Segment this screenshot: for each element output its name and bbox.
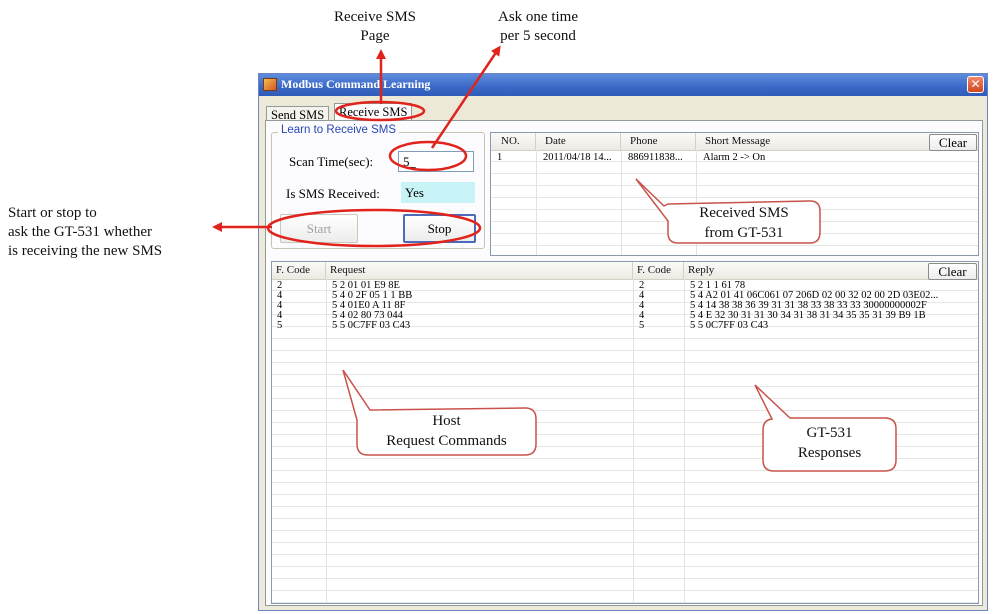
annotation-line: GT-531: [806, 425, 853, 441]
annotation-line: Host: [432, 413, 461, 429]
annotation-line: from GT-531: [704, 225, 784, 241]
annotation-line: Request Commands: [386, 433, 507, 449]
callout-received-sms-text: Received SMS from GT-531: [668, 203, 820, 243]
annotation-line: Responses: [797, 445, 862, 461]
highlight-buttons-ellipse: [266, 208, 482, 248]
arrow-ask-interval: [430, 45, 501, 149]
callout-gt531-responses-text: GT-531 Responses: [763, 423, 896, 463]
callout-host-request-text: Host Request Commands: [357, 411, 536, 451]
highlight-tab-ellipse: [334, 100, 426, 122]
annotation-line: Received SMS: [699, 205, 789, 221]
highlight-scan-ellipse: [388, 140, 468, 172]
annotation-overlay: [212, 45, 897, 472]
